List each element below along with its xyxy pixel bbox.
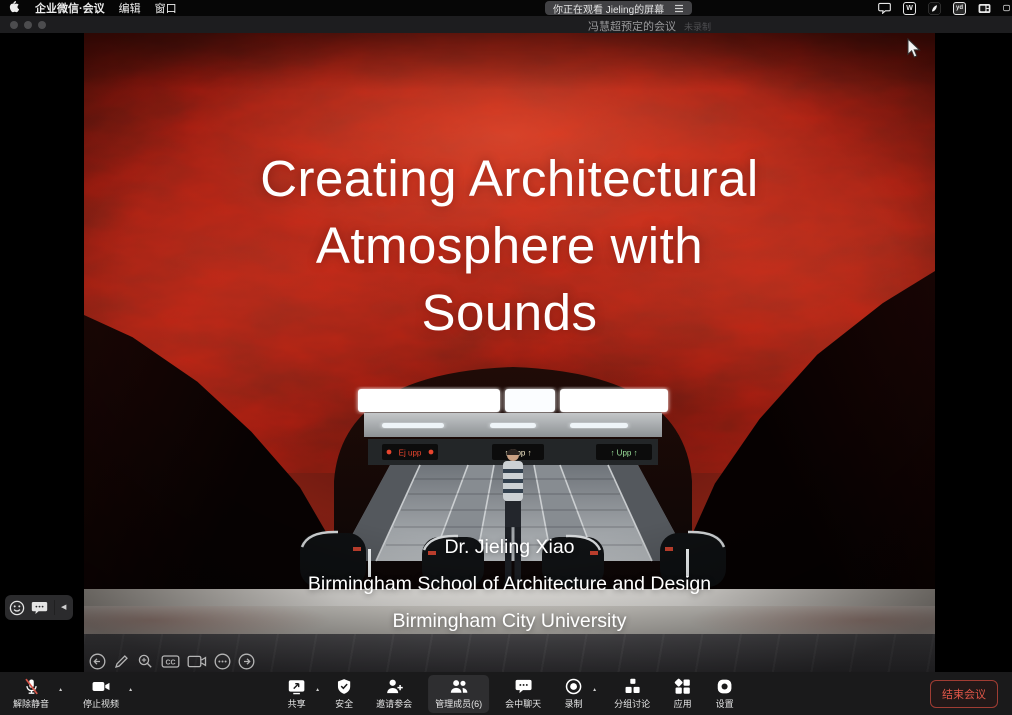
apps-button[interactable]: 应用 (666, 675, 699, 713)
stop-video-button[interactable]: 停止视频 ▲ (76, 675, 126, 713)
meeting-title-status: 未录制 (684, 22, 711, 32)
chat-bubble-menu-icon[interactable] (878, 2, 891, 15)
previous-slide-icon (89, 653, 106, 670)
menu-app-name[interactable]: 企业微信·会议 (35, 0, 105, 16)
share-options-caret[interactable]: ▲ (315, 687, 320, 693)
slide-university: Birmingham City University (84, 610, 935, 647)
record-options-caret[interactable]: ▲ (592, 687, 597, 693)
slide-author-block: Dr. Jieling Xiao Birmingham School of Ar… (84, 536, 935, 647)
manage-members-button[interactable]: 管理成员(6) (428, 675, 489, 713)
next-slide-icon (238, 653, 255, 670)
youdao-menu-icon[interactable]: yd (953, 2, 966, 15)
more-options-icon (214, 653, 231, 670)
presenter-controls: CC (89, 653, 255, 670)
invite-button[interactable]: 邀请参会 (369, 675, 419, 713)
share-screen-icon (287, 677, 306, 696)
collapse-left-icon[interactable]: ◀ (54, 600, 69, 615)
svg-text:CC: CC (165, 659, 175, 666)
meeting-title-text: 冯慧超预定的会议 (588, 21, 676, 33)
zoom-icon (137, 653, 154, 670)
record-icon (564, 677, 583, 696)
breakout-button[interactable]: 分组讨论 (607, 675, 657, 713)
menu-window[interactable]: 窗口 (155, 0, 177, 16)
unmute-button[interactable]: 解除静音 ▲ (6, 675, 56, 713)
slide-affiliation: Birmingham School of Architecture and De… (84, 573, 935, 610)
clipped-menu-icon[interactable] (1003, 2, 1010, 15)
captions-icon: CC (161, 653, 180, 670)
shield-check-icon (335, 677, 353, 696)
mouse-cursor (907, 38, 922, 59)
svg-text:↑ Upp ↑: ↑ Upp ↑ (610, 449, 637, 458)
window-title-bar: 冯慧超预定的会议未录制 (0, 16, 1012, 33)
slide-title: Creating Architectural Atmosphere with S… (84, 145, 935, 346)
meeting-toolbar: 解除静音 ▲ 停止视频 ▲ (0, 672, 1012, 715)
chat-bubble-icon[interactable] (31, 601, 48, 615)
svg-text:Ej upp: Ej upp (399, 449, 422, 458)
screen-share-banner[interactable]: 你正在观看 Jieling的屏幕 (545, 1, 692, 15)
meeting-chat-icon (514, 677, 533, 696)
input-source-menu-icon[interactable] (978, 2, 991, 15)
window-minimize-button[interactable] (24, 21, 32, 29)
pen-icon (113, 653, 130, 670)
members-icon (449, 677, 469, 696)
sign-ej-upp: Ej upp (382, 444, 438, 460)
w-app-menu-icon[interactable]: W (903, 2, 916, 15)
apple-menu[interactable] (8, 0, 19, 16)
unmute-options-caret[interactable]: ▲ (58, 687, 63, 693)
invite-person-icon (385, 677, 404, 696)
screen-share-banner-text: 你正在观看 Jieling的屏幕 (553, 1, 664, 16)
video-options-caret[interactable]: ▲ (128, 687, 133, 693)
end-meeting-button[interactable]: 结束会议 (930, 680, 998, 708)
shared-screen-stage: Ej upp ↑ Upp ↑ ↑ Upp ↑ (0, 33, 1012, 672)
reactions-panel: ◀ (5, 595, 73, 620)
share-button[interactable]: 共享 ▲ (280, 675, 313, 713)
mic-muted-icon (22, 677, 41, 696)
meeting-window: 企业微信·会议 编辑 窗口 你正在观看 Jieling的屏幕 W yd (0, 0, 1012, 715)
banner-lines-icon (674, 4, 684, 13)
smiley-icon[interactable] (9, 600, 25, 616)
record-button[interactable]: 录制 ▲ (557, 675, 590, 713)
apps-icon (673, 677, 692, 696)
window-zoom-button[interactable] (38, 21, 46, 29)
security-button[interactable]: 安全 (328, 675, 360, 713)
window-close-button[interactable] (10, 21, 18, 29)
slide-title-line: Sounds (84, 279, 935, 346)
window-title: 冯慧超预定的会议未录制 (588, 18, 711, 34)
video-icon (187, 653, 207, 670)
meeting-chat-button[interactable]: 会中聊天 (498, 675, 548, 713)
breakout-icon (623, 677, 642, 696)
settings-gear-icon (715, 677, 734, 696)
camera-icon (91, 677, 111, 696)
settings-button[interactable]: 设置 (708, 675, 741, 713)
menu-edit[interactable]: 编辑 (119, 0, 141, 16)
ink-app-menu-icon[interactable] (928, 2, 941, 15)
slide-author-name: Dr. Jieling Xiao (84, 536, 935, 573)
presentation-slide: Ej upp ↑ Upp ↑ ↑ Upp ↑ (84, 33, 935, 672)
slide-title-line: Creating Architectural (84, 145, 935, 212)
macos-menu-bar: 企业微信·会议 编辑 窗口 你正在观看 Jieling的屏幕 W yd (0, 0, 1012, 16)
slide-title-line: Atmosphere with (84, 212, 935, 279)
sign-upp-right: ↑ Upp ↑ (596, 444, 652, 460)
apple-logo-icon (8, 0, 19, 13)
